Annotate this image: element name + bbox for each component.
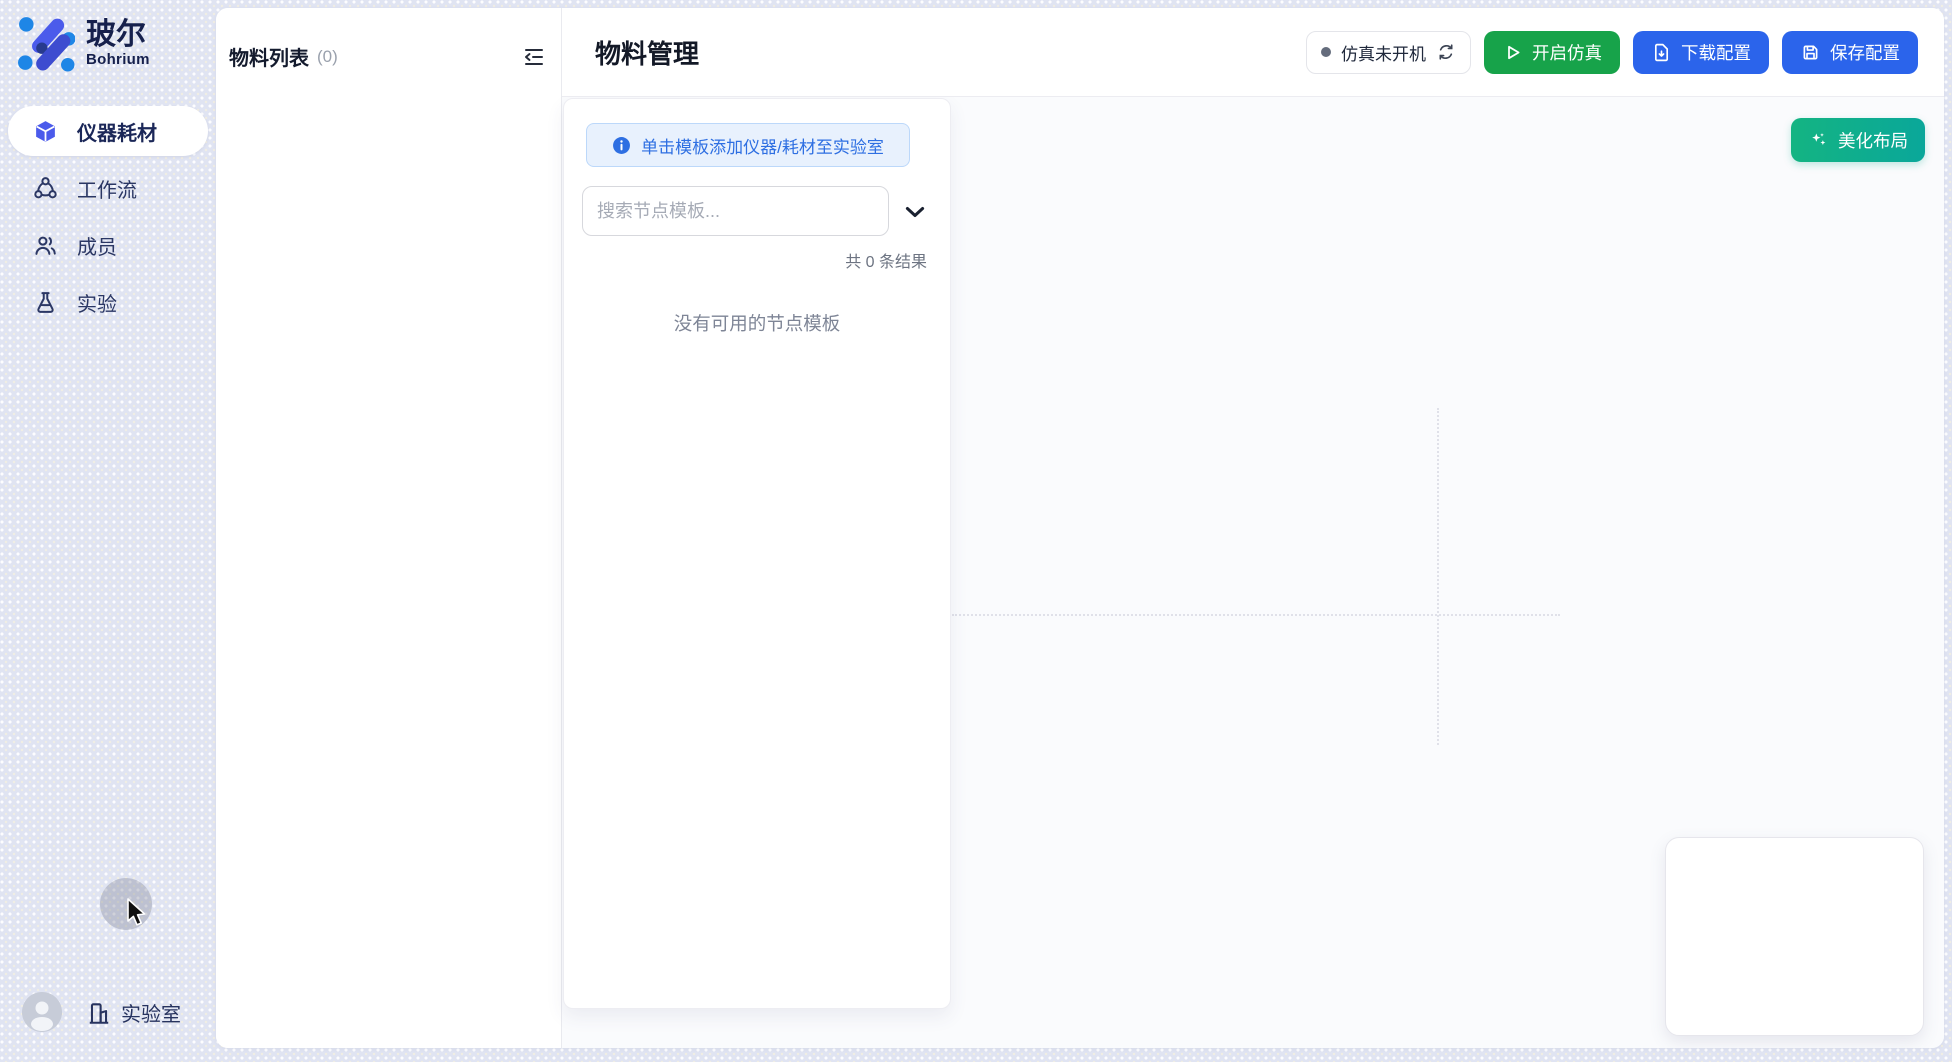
play-icon [1502, 42, 1523, 63]
lab-switcher[interactable]: 实验室 [86, 998, 181, 1027]
sidebar-item-members[interactable]: 成员 [8, 220, 208, 270]
sparkles-icon [1808, 130, 1829, 151]
person-icon [22, 992, 62, 1032]
empty-state-text: 没有可用的节点模板 [564, 310, 950, 336]
header-actions: 仿真未开机 开启仿真 [1306, 31, 1918, 74]
building-icon [86, 1000, 112, 1026]
page-title: 物料管理 [595, 34, 699, 71]
info-banner: 单击模板添加仪器/耗材至实验室 [586, 123, 910, 167]
members-icon [33, 233, 58, 258]
materials-list-title: 物料列表 [229, 42, 309, 71]
experiment-flask-icon [33, 290, 58, 315]
download-config-button[interactable]: 下载配置 [1633, 31, 1769, 74]
minimap-panel[interactable] [1665, 837, 1924, 1036]
refresh-icon[interactable] [1436, 42, 1456, 62]
save-config-button[interactable]: 保存配置 [1782, 31, 1918, 74]
materials-list-panel: 物料列表 (0) [216, 8, 562, 1048]
save-icon [1800, 42, 1821, 63]
start-simulation-label: 开启仿真 [1532, 40, 1602, 65]
sidebar-item-label: 仪器耗材 [77, 117, 157, 146]
info-icon [612, 136, 631, 155]
sidebar-item-instruments[interactable]: 仪器耗材 [8, 106, 208, 156]
cube-icon [33, 119, 58, 144]
sidebar-nav: 仪器耗材 工作流 成员 [8, 106, 208, 334]
beautify-layout-label: 美化布局 [1838, 128, 1908, 153]
template-search-input[interactable] [582, 186, 889, 236]
download-config-label: 下载配置 [1681, 40, 1751, 65]
sidebar-item-workflow[interactable]: 工作流 [8, 163, 208, 213]
brand-name-cn: 玻尔 [86, 19, 150, 51]
mouse-cursor-icon [126, 898, 154, 930]
save-config-label: 保存配置 [1830, 40, 1900, 65]
menu-fold-icon[interactable] [522, 45, 546, 69]
main-area: 物料管理 仿真未开机 开启仿真 [562, 8, 1944, 1048]
sidebar-item-label: 实验 [77, 288, 117, 317]
sidebar-item-experiments[interactable]: 实验 [8, 277, 208, 327]
canvas-guide-vertical [1437, 408, 1439, 745]
beautify-layout-button[interactable]: 美化布局 [1791, 118, 1925, 162]
brand: 玻尔 Bohrium [17, 14, 150, 72]
main-header: 物料管理 仿真未开机 开启仿真 [562, 8, 1944, 97]
flow-canvas[interactable]: 单击模板添加仪器/耗材至实验室 共 0 条结果 没有可用的节点模板 [562, 97, 1944, 1048]
brand-text: 玻尔 Bohrium [86, 19, 150, 68]
main-card: 物料列表 (0) 物料管理 仿真未开机 [216, 8, 1944, 1048]
lab-label: 实验室 [121, 998, 181, 1027]
app-root: 玻尔 Bohrium 仪器耗材 工作流 [0, 0, 1952, 1062]
materials-list-header: 物料列表 (0) [216, 8, 561, 71]
status-dot [1321, 47, 1331, 57]
sidebar-item-label: 成员 [77, 231, 117, 260]
simulation-status-chip[interactable]: 仿真未开机 [1306, 31, 1471, 74]
bohrium-logo-icon [17, 14, 75, 72]
brand-name-en: Bohrium [86, 51, 150, 68]
sidebar-item-label: 工作流 [77, 174, 137, 203]
canvas-guide-horizontal [952, 614, 1560, 616]
file-download-icon [1651, 42, 1672, 63]
workflow-icon [33, 176, 58, 201]
node-template-panel: 单击模板添加仪器/耗材至实验室 共 0 条结果 没有可用的节点模板 [563, 98, 951, 1009]
chevron-down-icon[interactable] [901, 198, 929, 226]
user-avatar[interactable] [22, 992, 62, 1032]
materials-count: (0) [317, 47, 338, 67]
start-simulation-button[interactable]: 开启仿真 [1484, 31, 1620, 74]
status-label: 仿真未开机 [1341, 40, 1426, 65]
result-count: 共 0 条结果 [845, 248, 927, 272]
info-banner-text: 单击模板添加仪器/耗材至实验室 [641, 133, 884, 158]
